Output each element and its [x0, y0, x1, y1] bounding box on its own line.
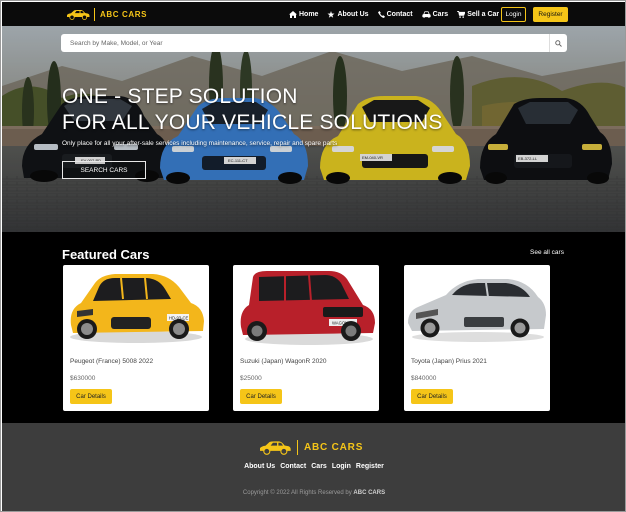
footer-brand[interactable]: ABC CARS: [258, 439, 363, 455]
nav-about-label: About Us: [337, 10, 369, 18]
hero-title-line1: ONE - STEP SOLUTION: [62, 85, 298, 108]
featured-title: Featured Cars: [62, 247, 150, 262]
car-price: $630000: [70, 375, 96, 382]
car-name: Suzuki (Japan) WagonR 2020: [240, 358, 327, 365]
car-price: $25000: [240, 375, 262, 382]
hero-subtitle: Only place for all your after-sale servi…: [62, 140, 338, 147]
car-card: HD-93-CE Peugeot (France) 5008 2022 $630…: [63, 265, 209, 411]
car-details-button[interactable]: Car Details: [240, 389, 282, 404]
copyright-text: Copyright © 2022 All Rights Reserved by: [242, 490, 352, 496]
footer-links: About Us Contact Cars Login Register: [2, 463, 625, 470]
hero-title-line2: FOR ALL YOUR VEHICLE SOLUTIONS: [62, 111, 443, 134]
car-card: WAGON R Suzuki (Japan) WagonR 2020 $2500…: [233, 265, 379, 411]
search-icon: [555, 39, 562, 47]
footer-link-about[interactable]: About Us: [244, 463, 275, 470]
hero-banner: EV-007-PD EC-111-CT EM-040-VR EB-372-LL …: [2, 26, 625, 232]
brand-name: ABC CARS: [100, 9, 148, 19]
search-button[interactable]: [549, 34, 567, 52]
car-name: Toyota (Japan) Prius 2021: [411, 358, 487, 365]
register-button[interactable]: Register: [533, 7, 568, 22]
footer-brand-separator: [297, 439, 298, 455]
nav-contact-label: Contact: [386, 10, 413, 18]
home-icon: [289, 10, 297, 18]
nav-about[interactable]: About Us: [327, 10, 369, 18]
copyright: Copyright © 2022 All Rights Reserved by …: [2, 490, 625, 496]
login-button[interactable]: Login: [501, 7, 526, 22]
hero-title: ONE - STEP SOLUTION FOR ALL YOUR VEHICLE…: [62, 84, 443, 136]
car-image-toyota: [408, 279, 546, 342]
nav-contact[interactable]: Contact: [377, 10, 413, 18]
featured-section: Featured Cars See all cars HD-93-CE Peug…: [2, 232, 625, 423]
car-details-button[interactable]: Car Details: [70, 389, 112, 404]
navbar: ABC CARS Home About Us Contact Cars Sell: [2, 2, 625, 26]
footer-link-register[interactable]: Register: [356, 463, 384, 470]
car-price: $840000: [411, 375, 437, 382]
nav-cars[interactable]: Cars: [422, 10, 449, 18]
nav-home[interactable]: Home: [289, 10, 319, 18]
nav-sell-label: Sell a Car: [467, 10, 500, 18]
car-details-button[interactable]: Car Details: [411, 389, 453, 404]
cart-icon: [457, 10, 466, 18]
car-logo-icon: [260, 440, 291, 455]
car-icon: [422, 10, 431, 18]
car-logo-icon: [67, 9, 90, 20]
car-image-suzuki: WAGON R: [240, 271, 375, 345]
footer-link-cars[interactable]: Cars: [311, 463, 327, 470]
brand-logo[interactable]: ABC CARS: [66, 7, 147, 21]
car-image-peugeot: HD-93-CE: [70, 274, 204, 343]
copyright-brand: ABC CARS: [353, 490, 386, 496]
browser-frame: ABC CARS Home About Us Contact Cars Sell: [0, 0, 626, 512]
footer-link-contact[interactable]: Contact: [280, 463, 306, 470]
footer-link-login[interactable]: Login: [332, 463, 351, 470]
nav-home-label: Home: [299, 10, 319, 18]
brand-separator: [94, 7, 95, 21]
see-all-cars-link[interactable]: See all cars: [530, 249, 564, 256]
star-icon: [327, 10, 335, 18]
footer: ABC CARS About Us Contact Cars Login Reg…: [2, 423, 625, 511]
car-name: Peugeot (France) 5008 2022: [70, 358, 154, 365]
search-input[interactable]: [61, 34, 547, 52]
nav-sell[interactable]: Sell a Car: [457, 10, 500, 18]
search-bar: [61, 34, 567, 52]
footer-brand-name: ABC CARS: [304, 441, 364, 453]
car-card: Toyota (Japan) Prius 2021 $840000 Car De…: [404, 265, 550, 411]
nav-cars-label: Cars: [432, 10, 449, 18]
nav-links: Home About Us Contact Cars Sell a Car: [289, 2, 508, 26]
phone-icon: [377, 10, 385, 18]
search-cars-button[interactable]: SEARCH CARS: [62, 161, 146, 179]
